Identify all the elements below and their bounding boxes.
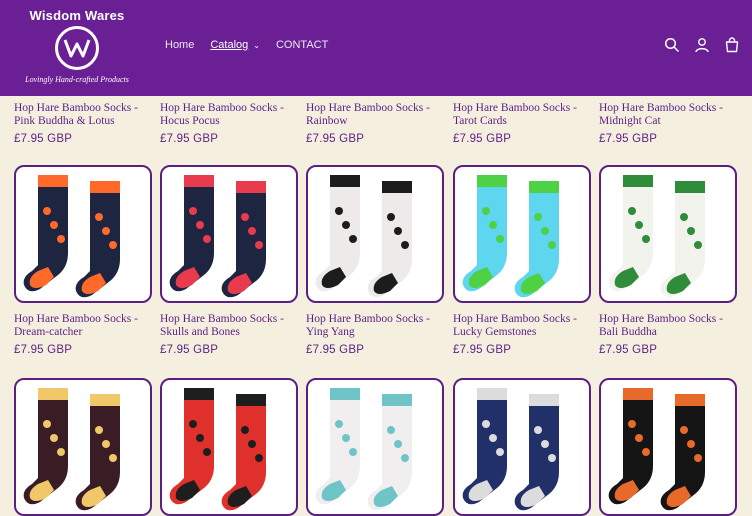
nav-catalog[interactable]: Catalog ⌄	[210, 39, 260, 51]
chevron-down-icon: ⌄	[253, 41, 260, 50]
product-image[interactable]	[599, 378, 737, 516]
sock-pair-illustration	[315, 175, 412, 298]
cart-icon[interactable]	[724, 37, 740, 53]
sock-shape	[169, 175, 214, 292]
sock-shape	[660, 181, 705, 298]
product-price: £7.95 GBP	[453, 344, 512, 356]
product-image[interactable]	[306, 165, 444, 303]
sock-shape	[514, 394, 559, 511]
sock-pair-illustration	[23, 175, 120, 298]
product-title[interactable]: Hop Hare Bamboo Socks - Midnight Cat	[599, 102, 737, 128]
product-image[interactable]	[453, 165, 591, 303]
brand-name: Wisdom Wares	[29, 8, 125, 23]
product-price: £7.95 GBP	[14, 344, 73, 356]
product-price: £7.95 GBP	[14, 133, 73, 145]
product-price: £7.95 GBP	[160, 344, 219, 356]
sock-pair-illustration	[315, 388, 412, 511]
product-price: £7.95 GBP	[599, 344, 658, 356]
product-title[interactable]: Hop Hare Bamboo Socks - Pink Buddha & Lo…	[14, 102, 152, 128]
product-title[interactable]: Hop Hare Bamboo Socks - Skulls and Bones	[160, 313, 298, 339]
product-card[interactable]	[453, 378, 591, 516]
product-image[interactable]	[14, 378, 152, 516]
product-title[interactable]: Hop Hare Bamboo Socks - Bali Buddha	[599, 313, 737, 339]
site-header: Wisdom Wares Lovingly Hand-crafted Produ…	[0, 0, 752, 96]
product-price: £7.95 GBP	[599, 133, 658, 145]
search-icon[interactable]	[664, 37, 680, 53]
sock-shape	[367, 181, 412, 298]
product-card[interactable]	[14, 378, 152, 516]
nav-catalog-label: Catalog	[210, 39, 249, 51]
product-card[interactable]: Hop Hare Bamboo Socks - Dream-catcher £7.…	[14, 165, 152, 356]
main-nav: Home Catalog ⌄ CONTACT	[165, 39, 344, 51]
product-title[interactable]: Hop Hare Bamboo Socks - Tarot Cards	[453, 102, 591, 128]
product-price: £7.95 GBP	[160, 133, 219, 145]
product-title[interactable]: Hop Hare Bamboo Socks - Ying Yang	[306, 313, 444, 339]
product-image[interactable]	[599, 165, 737, 303]
sock-shape	[608, 175, 653, 292]
sock-pair-illustration	[462, 175, 559, 298]
account-icon[interactable]	[694, 37, 710, 53]
product-title[interactable]: Hop Hare Bamboo Socks - Dream-catcher	[14, 313, 152, 339]
sock-pair-illustration	[462, 388, 559, 511]
product-image[interactable]	[14, 165, 152, 303]
product-card[interactable]: Hop Hare Bamboo Socks - Bali Buddha £7.95…	[599, 165, 737, 356]
sock-shape	[660, 394, 705, 511]
product-price: £7.95 GBP	[306, 344, 365, 356]
sock-shape	[462, 175, 507, 292]
product-card[interactable]	[599, 378, 737, 516]
sock-pair-illustration	[169, 175, 266, 298]
sock-pair-illustration	[23, 388, 120, 511]
product-card[interactable]	[160, 378, 298, 516]
sock-shape	[169, 388, 214, 505]
sock-pair-illustration	[608, 388, 705, 511]
header-icons	[664, 37, 740, 53]
product-image[interactable]	[306, 378, 444, 516]
product-price: £7.95 GBP	[306, 133, 365, 145]
product-card[interactable]	[306, 378, 444, 516]
sock-shape	[221, 181, 266, 298]
sock-shape	[75, 394, 120, 511]
sock-shape	[23, 388, 69, 505]
brand-logo[interactable]: Wisdom Wares Lovingly Hand-crafted Produ…	[14, 6, 140, 86]
product-image[interactable]	[160, 378, 298, 516]
nav-home[interactable]: Home	[165, 39, 194, 51]
sock-shape	[608, 388, 653, 505]
sock-pair-illustration	[169, 388, 266, 511]
sock-shape	[514, 181, 559, 298]
sock-shape	[367, 394, 412, 511]
sock-shape	[221, 394, 266, 511]
product-card[interactable]: Hop Hare Bamboo Socks - Ying Yang £7.95 G…	[306, 165, 444, 356]
product-card[interactable]: Hop Hare Bamboo Socks - Lucky Gemstones £…	[453, 165, 591, 356]
logo-w-icon	[55, 26, 99, 70]
product-card[interactable]: Hop Hare Bamboo Socks - Skulls and Bones…	[160, 165, 298, 356]
brand-tagline: Lovingly Hand-crafted Products	[25, 75, 129, 84]
sock-shape	[315, 388, 360, 505]
sock-shape	[75, 181, 120, 298]
product-title[interactable]: Hop Hare Bamboo Socks - Rainbow	[306, 102, 444, 128]
product-title[interactable]: Hop Hare Bamboo Socks - Lucky Gemstones	[453, 313, 591, 339]
product-price: £7.95 GBP	[453, 133, 512, 145]
sock-shape	[23, 175, 69, 292]
product-image[interactable]	[160, 165, 298, 303]
nav-contact[interactable]: CONTACT	[276, 39, 328, 51]
sock-pair-illustration	[608, 175, 705, 298]
sock-shape	[315, 175, 360, 292]
product-title[interactable]: Hop Hare Bamboo Socks - Hocus Pocus	[160, 102, 298, 128]
sock-shape	[462, 388, 507, 505]
product-image[interactable]	[453, 378, 591, 516]
